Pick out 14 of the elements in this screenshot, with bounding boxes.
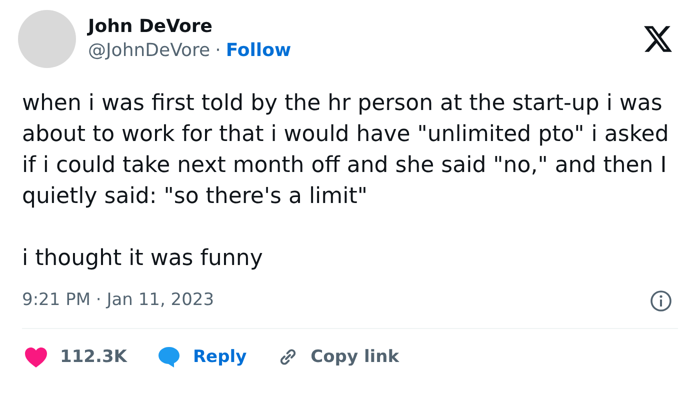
copy-link-button[interactable]: Copy link	[276, 344, 400, 370]
author-name[interactable]: John DeVore	[88, 15, 292, 39]
info-icon[interactable]	[650, 290, 672, 312]
tweet-text: when i was first told by the hr person at the start-up i was about to work for that i would have "unlimited pto" i asked if i could take next month off and she said "no," and then I quietly said: "so there's a limit"	[22, 90, 670, 211]
separator: ·	[215, 39, 221, 63]
timestamp[interactable]: 9:21 PM · Jan 11, 2023	[22, 288, 214, 314]
follow-link[interactable]: Follow	[226, 39, 292, 63]
tweet-text: i thought it was funny	[22, 245, 264, 273]
author-handle: @JohnDeVore	[88, 39, 210, 63]
x-logo-icon[interactable]	[644, 26, 672, 52]
reply-button[interactable]: Reply	[156, 344, 247, 370]
like-button[interactable]: 112.3K	[24, 344, 127, 370]
speech-bubble-icon	[156, 346, 181, 368]
heart-icon	[24, 346, 48, 368]
